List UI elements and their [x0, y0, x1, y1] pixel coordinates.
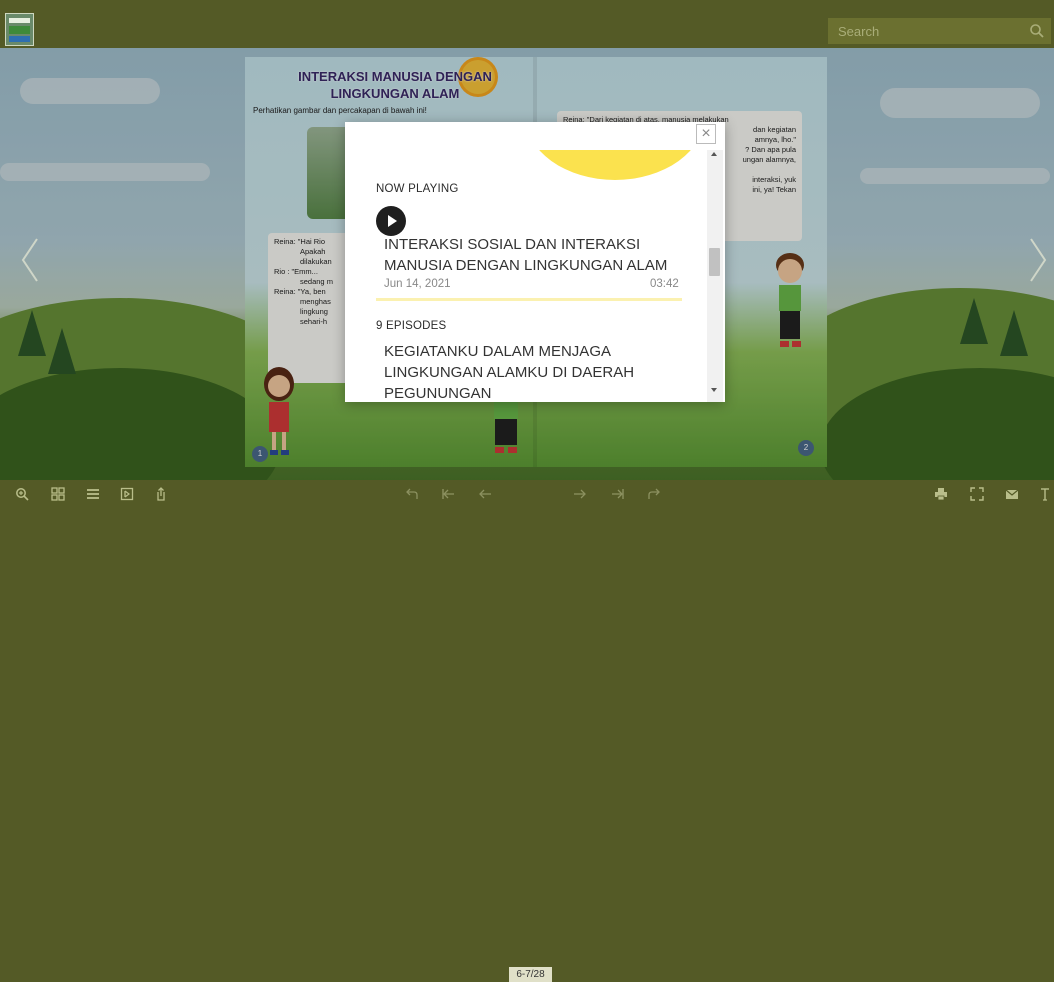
- first-page-icon[interactable]: [441, 487, 455, 501]
- next-page-arrow-icon[interactable]: [1028, 237, 1048, 283]
- last-page-icon[interactable]: [611, 487, 625, 501]
- episode-list-item[interactable]: KEGIATANKU DALAM MENJAGA LINGKUNGAN ALAM…: [384, 341, 684, 399]
- share-icon[interactable]: [154, 487, 168, 501]
- email-icon[interactable]: [1005, 487, 1019, 501]
- bottom-toolbar: 6-7/28: [0, 480, 1054, 982]
- podcast-cover-banner: [345, 150, 707, 180]
- previous-page-arrow-icon[interactable]: [20, 237, 40, 283]
- print-icon[interactable]: [934, 487, 948, 501]
- modal-scrollbar[interactable]: [707, 150, 723, 402]
- search-input[interactable]: [828, 18, 1051, 44]
- play-button[interactable]: [376, 206, 406, 236]
- text-icon[interactable]: [1038, 487, 1052, 501]
- bookmark-icon[interactable]: [120, 487, 134, 501]
- now-playing-label: NOW PLAYING: [376, 183, 459, 195]
- next-page-icon[interactable]: [573, 487, 587, 501]
- search-icon[interactable]: [1029, 23, 1045, 39]
- episodes-count-label: 9 EPISODES: [376, 320, 447, 332]
- scroll-down-arrow-icon[interactable]: [711, 388, 717, 392]
- modal-header: [345, 122, 725, 150]
- undo-icon[interactable]: [405, 487, 419, 501]
- podcast-player-modal: × NOW PLAYING INTERAKSI SOSIAL DAN INTER…: [345, 122, 725, 402]
- top-bar: [0, 0, 1054, 48]
- close-button[interactable]: ×: [696, 124, 716, 144]
- progress-divider: [376, 298, 682, 301]
- scroll-up-arrow-icon[interactable]: [711, 152, 717, 156]
- fullscreen-icon[interactable]: [970, 487, 984, 501]
- now-playing-duration: 03:42: [650, 278, 679, 290]
- now-playing-title[interactable]: INTERAKSI SOSIAL DAN INTERAKSI MANUSIA D…: [384, 234, 684, 276]
- prev-page-icon[interactable]: [478, 487, 492, 501]
- table-of-contents-icon[interactable]: [86, 487, 100, 501]
- zoom-in-icon[interactable]: [15, 487, 29, 501]
- scroll-thumb[interactable]: [709, 248, 720, 276]
- page-number-field[interactable]: 6-7/28: [509, 967, 552, 982]
- thumbnails-icon[interactable]: [51, 487, 65, 501]
- now-playing-date: Jun 14, 2021: [384, 278, 451, 290]
- redo-icon[interactable]: [647, 487, 661, 501]
- book-cover-logo[interactable]: [5, 13, 34, 46]
- play-icon: [388, 215, 397, 227]
